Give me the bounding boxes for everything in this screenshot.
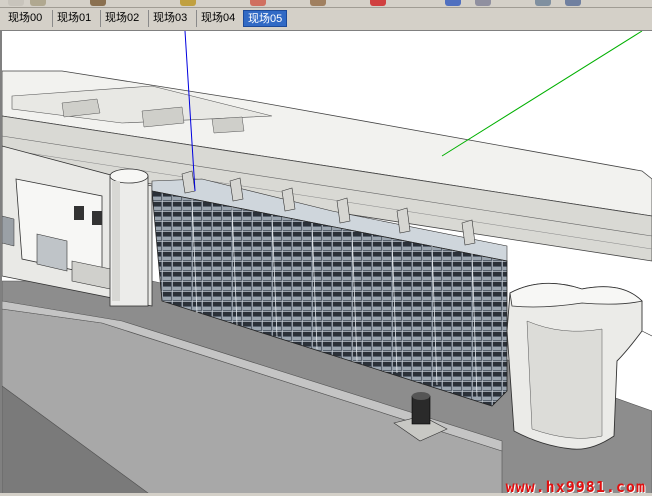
toolbar xyxy=(0,0,652,8)
tab-scene-04[interactable]: 现场04 xyxy=(196,10,240,27)
scene-tab-bar: 现场00 现场01 现场02 现场03 现场04 现场05 xyxy=(0,8,652,31)
paint-bucket-icon[interactable] xyxy=(90,0,106,6)
sculpture xyxy=(411,395,431,425)
tab-scene-05[interactable]: 现场05 xyxy=(243,10,288,27)
tab-scene-00[interactable]: 现场00 xyxy=(4,10,47,27)
select-tool-icon[interactable] xyxy=(8,0,24,6)
model-scene xyxy=(2,31,652,496)
move-tool-icon[interactable] xyxy=(250,0,266,6)
model-viewport[interactable]: www.hx9981.com xyxy=(0,31,652,496)
follow-me-icon[interactable] xyxy=(370,0,386,6)
tab-scene-02[interactable]: 现场02 xyxy=(100,10,144,27)
orbit-icon[interactable] xyxy=(445,0,461,6)
tab-scene-01[interactable]: 现场01 xyxy=(52,10,96,27)
rotate-tool-icon[interactable] xyxy=(310,0,326,6)
tab-scene-03[interactable]: 现场03 xyxy=(148,10,192,27)
push-pull-icon[interactable] xyxy=(180,0,196,6)
axis-green xyxy=(441,31,643,157)
sketchup-window: 现场00 现场01 现场02 现场03 现场04 现场05 www.hx9981… xyxy=(0,0,652,496)
eraser-tool-icon[interactable] xyxy=(30,0,46,6)
zoom-extents-icon[interactable] xyxy=(565,0,581,6)
zoom-icon[interactable] xyxy=(535,0,551,6)
pan-icon[interactable] xyxy=(475,0,491,6)
